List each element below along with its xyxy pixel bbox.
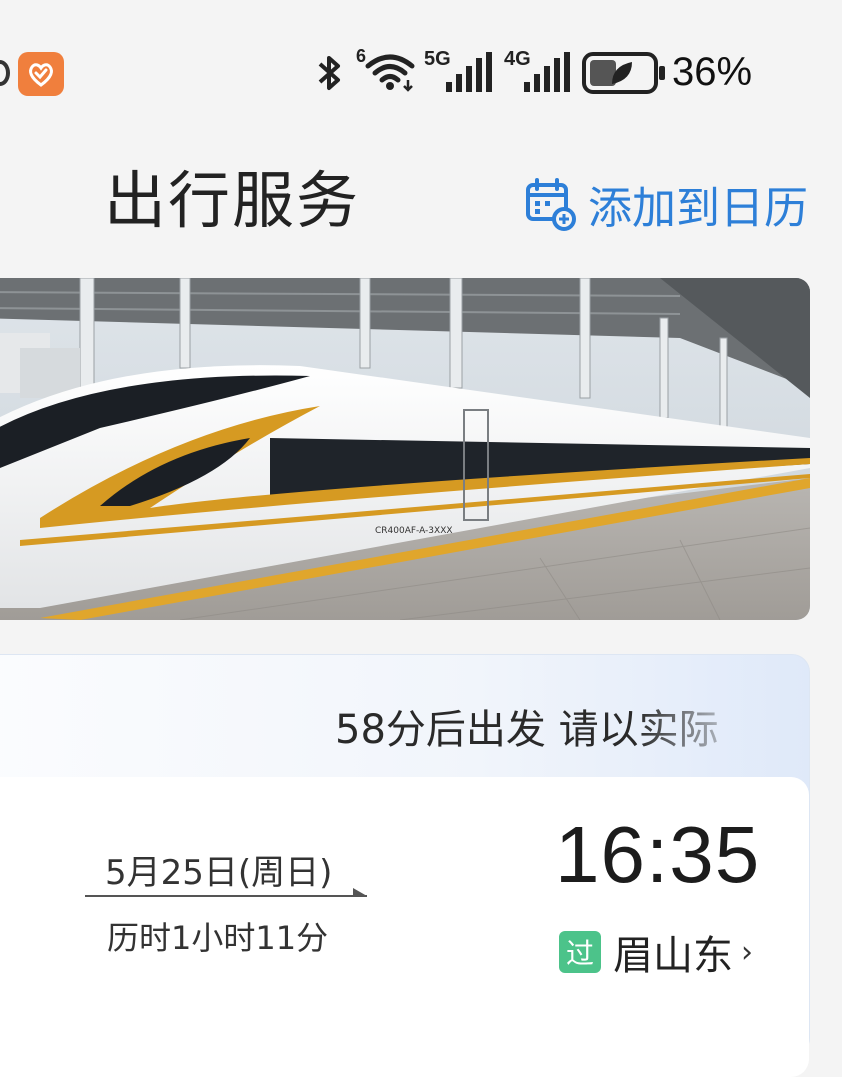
signal-bars-icon xyxy=(524,52,570,92)
train-banner-image: CR400AF-A-3XXX xyxy=(0,278,810,620)
trip-detail-panel: 5月25日(周日) 历时1小时11分 16:35 过 眉山东 › xyxy=(0,777,809,1077)
status-bar: 6 5G 4G 36% xyxy=(0,0,842,140)
station-name: 眉山东 xyxy=(613,933,733,979)
notification-icon xyxy=(0,60,10,86)
page-title: 出行服务 xyxy=(104,164,361,237)
trip-date: 5月25日(周日) xyxy=(105,853,333,893)
add-to-calendar-button[interactable]: 添加到日历 xyxy=(524,172,808,236)
wifi-indicator: 6 xyxy=(356,46,416,96)
signal-4g: 4G xyxy=(504,48,574,96)
signal-bars-icon xyxy=(446,52,492,92)
trip-arrow-line xyxy=(85,895,367,897)
signal-5g: 5G xyxy=(424,48,494,96)
station-link[interactable]: 过 眉山东 › xyxy=(559,923,753,981)
add-to-calendar-label: 添加到日历 xyxy=(588,183,808,234)
arrival-time: 16:35 xyxy=(555,810,761,899)
battery-percentage: 36% xyxy=(672,50,753,94)
departure-notice: 58分后出发 请以实际 xyxy=(335,707,719,753)
bluetooth-icon xyxy=(318,56,340,90)
trip-card[interactable]: 58分后出发 请以实际 5月25日(周日) 历时1小时11分 16:35 过 眉… xyxy=(0,654,810,1077)
chevron-right-icon: › xyxy=(741,934,753,970)
wifi-icon xyxy=(365,54,415,92)
trip-duration: 历时1小时11分 xyxy=(107,919,329,957)
arrow-right-icon xyxy=(353,888,367,896)
train-code: CR400AF-A-3XXX xyxy=(375,526,453,536)
battery-icon xyxy=(582,52,665,94)
app-notification-icon xyxy=(18,52,64,96)
pass-through-badge: 过 xyxy=(559,931,601,973)
calendar-add-icon xyxy=(526,178,576,231)
